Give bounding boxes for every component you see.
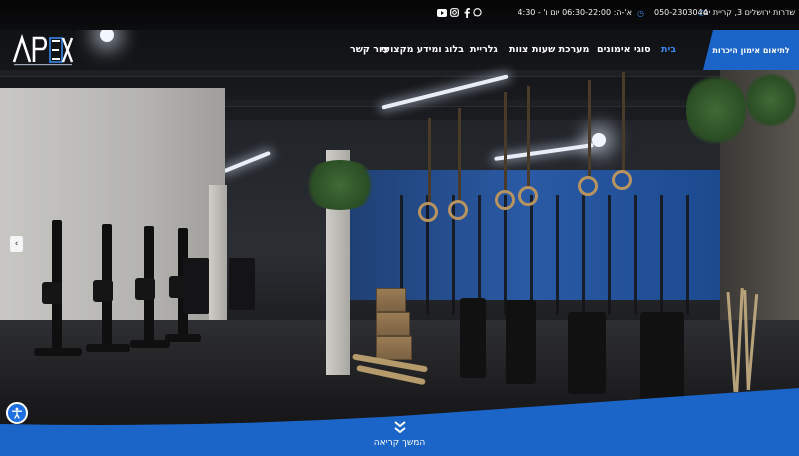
wall-pad [183,258,209,314]
rowing-machine-seat [135,278,155,300]
rowing-machine-base [86,344,130,352]
plyo-box [376,312,410,336]
weight-plates [640,312,684,400]
hanging-plant [686,70,746,150]
whatsapp-icon[interactable] [472,7,483,18]
rowing-machine-base [165,334,201,342]
ring-strap [527,86,530,186]
clock-icon: ◷ [637,9,644,18]
weight-plates [506,300,536,384]
address-text: שדרות ירושלים 3, קריית ים [703,8,795,17]
youtube-icon[interactable] [436,7,447,18]
plyo-box [376,336,412,360]
equipment-rack [400,195,700,315]
nav-item-gallery[interactable]: גלריית [470,44,498,55]
wall-pad [229,258,255,310]
ceiling-spotlight [592,133,606,147]
gym-ring [612,170,632,190]
rowing-machine-base [130,340,170,348]
hanging-plant [746,70,796,130]
nav-item-schedule[interactable]: מערכת שעות [532,44,589,55]
nav-item-contact[interactable]: צור קשר [350,44,388,55]
ring-strap [504,92,507,190]
read-more-link[interactable]: המשך קריאה [0,438,799,448]
nav-item-blog[interactable]: בלוג ומידע מקצועי [381,44,464,55]
ring-strap [622,72,625,172]
gym-ring [495,190,515,210]
gym-ring [578,176,598,196]
instagram-icon[interactable] [449,7,460,18]
hanging-plant [300,160,380,210]
rowing-machine-seat [93,280,113,302]
phone-link[interactable]: 050-2303044 [654,8,708,17]
nav-item-training-types[interactable]: סוגי אימונים [597,44,651,55]
weight-plates [460,298,486,378]
ring-strap [458,108,461,202]
double-chevron-down-icon[interactable] [392,421,408,435]
weight-plates [568,312,606,394]
opening-hours-text: א'-ה: 06:30-22:00 יום ו' - 07:30-14:30 [518,8,632,17]
top-info-bar: שדרות ירושלים 3, קריית ים ✆ 050-2303044 … [0,0,799,30]
ceiling-beam [0,70,799,76]
slider-prev-button[interactable]: ‹ [10,236,23,252]
plyo-box [376,288,406,312]
chevron-left-icon: ‹ [14,239,19,249]
apex-logo[interactable] [12,33,74,68]
rowing-machine-seat [42,282,62,304]
facebook-icon[interactable] [461,7,472,18]
gym-ring [448,200,468,220]
nav-item-team[interactable]: צוות [509,44,528,55]
ceiling-spotlight [100,28,114,42]
led-light-strip [494,143,594,161]
led-light-strip [223,150,271,174]
rowing-machine-base [34,348,82,356]
ring-strap [588,80,591,178]
gym-ring [418,202,438,222]
nav-item-home[interactable]: בית [661,44,676,55]
gym-ring [518,186,538,206]
book-trial-button[interactable]: לתיאום אימון היכרות [703,30,799,70]
pillar [209,185,227,330]
ring-strap [428,118,431,204]
